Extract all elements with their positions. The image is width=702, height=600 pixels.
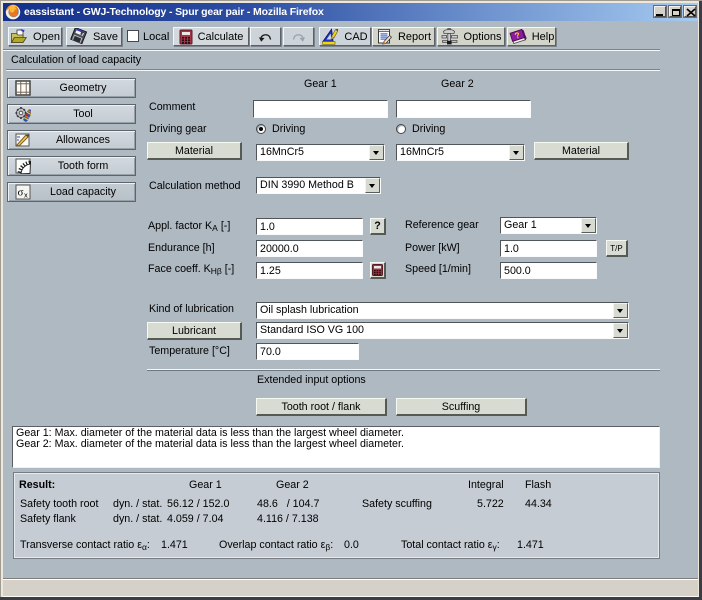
svg-text:σ: σ (18, 187, 24, 199)
svg-text:x: x (24, 191, 28, 200)
